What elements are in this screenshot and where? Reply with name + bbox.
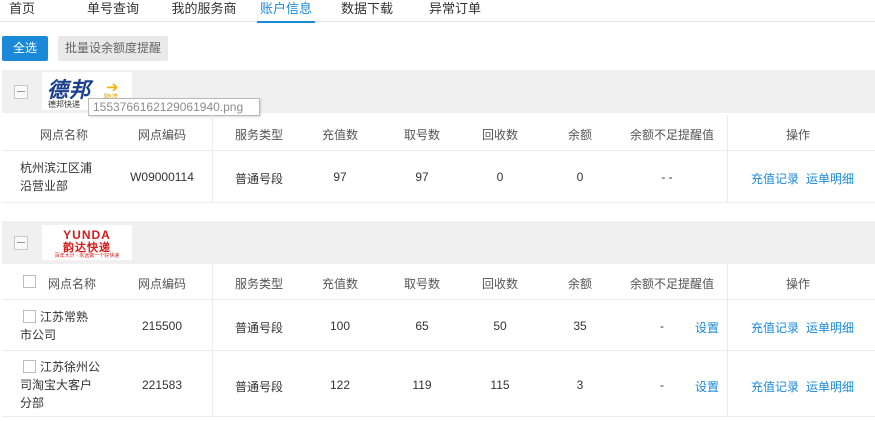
taken-count: 65 [415,319,429,333]
col-header-threshold: 余额不足提醒值 [629,277,714,291]
outlet-name: 江苏常熟市公司 [20,310,89,342]
service-type: 普通号段 [234,380,283,394]
col-header-recharge: 充值数 [321,128,358,142]
col-header-service: 服务类型 [234,277,283,291]
balance: 0 [576,170,584,184]
service-type: 普通号段 [234,321,283,335]
nav-item-providers[interactable]: 我的服务商 [170,0,238,22]
col-header-recharge: 充值数 [321,277,358,291]
col-header-recycled: 回收数 [481,277,518,291]
set-threshold-link[interactable]: 设置 [692,378,722,395]
recharge-count: 97 [333,170,347,184]
col-header-taken: 取号数 [403,277,440,291]
outlet-code: 221583 [141,378,183,392]
select-all-checkbox[interactable] [23,275,36,288]
threshold-value: - [660,378,664,392]
row-divider [2,150,875,151]
col-header-code: 网点编码 [137,277,186,291]
collapse-toggle-icon[interactable] [14,85,28,99]
column-divider [727,115,728,203]
row-divider [2,299,875,300]
recycled-count: 115 [490,378,510,392]
service-type: 普通号段 [234,172,283,186]
recharge-record-link[interactable]: 充值记录 [751,170,799,187]
col-header-balance: 余额 [567,277,592,291]
set-threshold-link[interactable]: 设置 [692,319,722,336]
recharge-count: 122 [329,378,351,392]
nav-item-account-info[interactable]: 账户信息 [257,0,315,23]
nav-item-data-download[interactable]: 数据下载 [337,0,397,22]
recycled-count: 0 [496,170,504,184]
col-header-service: 服务类型 [234,128,283,142]
col-header-code: 网点编码 [137,128,186,142]
recycled-count: 50 [493,319,507,333]
image-filename-tooltip: 1553766162129061940.png [88,98,260,116]
col-header-name: 网点名称 [47,277,96,291]
column-divider [212,264,213,417]
threshold-value: - - [661,170,673,184]
recharge-record-link[interactable]: 充值记录 [751,319,799,336]
carrier-block-deppon: 德邦 ➔ 物流 德邦快递 1553766162129061940.png 网点名… [2,70,875,203]
select-all-button[interactable]: 全选 [2,36,48,61]
outlet-code: 215500 [141,319,183,333]
nav-item-tracking[interactable]: 单号查询 [82,0,144,22]
recharge-record-link[interactable]: 充值记录 [751,378,799,395]
batch-threshold-button[interactable]: 批量设余额度提醒 [58,36,168,61]
recharge-count: 100 [329,319,351,333]
col-header-balance: 余额 [567,128,592,142]
col-header-recycled: 回收数 [481,128,518,142]
balance: 35 [573,319,587,333]
column-divider [727,264,728,417]
col-header-actions: 操作 [785,128,810,142]
carrier-block-yunda: YUNDA 韵达快递 百年大计 · 永远做一个好快递 网点名称 网点编码 服务类… [2,221,875,417]
col-header-threshold: 余额不足提醒值 [629,128,714,142]
outlet-code: W09000114 [130,170,194,184]
carrier-header [2,221,875,264]
outlet-name: 杭州滨江区浦沿营业部 [20,161,93,193]
threshold-value: - [660,319,664,333]
waybill-detail-link[interactable]: 运单明细 [806,170,854,187]
top-nav: 首页 单号查询 我的服务商 账户信息 数据下载 异常订单 [0,0,875,23]
taken-count: 97 [415,170,429,184]
collapse-toggle-icon[interactable] [14,236,28,250]
col-header-taken: 取号数 [403,128,440,142]
waybill-detail-link[interactable]: 运单明细 [806,319,854,336]
balance: 3 [576,378,584,392]
yunda-logo: YUNDA 韵达快递 百年大计 · 永远做一个好快递 [42,225,132,260]
column-divider [212,115,213,203]
taken-count: 119 [412,378,432,392]
row-divider [2,350,875,351]
col-header-name: 网点名称 [39,128,88,142]
nav-item-home[interactable]: 首页 [4,0,40,22]
nav-item-abnormal-orders[interactable]: 异常订单 [425,0,485,22]
col-header-actions: 操作 [785,277,810,291]
waybill-detail-link[interactable]: 运单明细 [806,378,854,395]
outlet-name: 江苏徐州公司淘宝大客户分部 [20,360,101,410]
